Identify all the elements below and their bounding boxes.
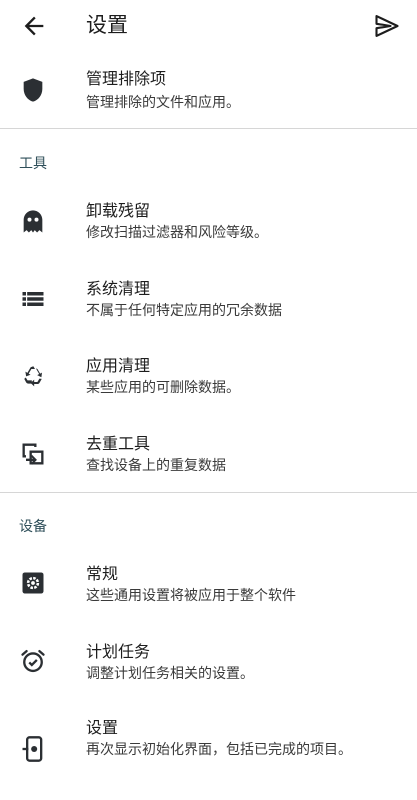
item-subtitle: 不属于任何特定应用的冗余数据 [86,303,282,319]
ghost-icon [19,208,47,236]
item-subtitle: 某些应用的可删除数据。 [86,380,240,396]
item-subtitle: 查找设备上的重复数据 [86,458,226,474]
settings-item-app-cleaner[interactable]: 应用清理 某些应用的可删除数据。 [0,347,417,409]
item-title: 系统清理 [86,279,151,298]
page-title: 设置 [86,13,128,37]
settings-item-general[interactable]: 常规 这些通用设置将被应用于整个软件 [0,557,417,619]
item-subtitle: 修改扫描过滤器和风险等级。 [86,225,268,241]
item-title: 去重工具 [86,434,151,453]
shield-icon [19,76,47,104]
item-title: 管理排除项 [86,69,167,88]
app-bar: 设置 [0,0,417,52]
section-header-tools: 工具 [19,156,47,172]
settings-item-deduplicator[interactable]: 去重工具 查找设备上的重复数据 [0,425,417,487]
item-subtitle: 调整计划任务相关的设置。 [86,666,254,682]
item-title: 应用清理 [86,356,151,375]
arrow-back-icon[interactable] [20,12,48,40]
recycle-icon [19,362,47,390]
item-subtitle: 这些通用设置将被应用于整个软件 [86,588,296,604]
divider [0,128,417,129]
duplicate-icon [19,440,47,468]
divider [0,492,417,493]
alarm-clock-icon [19,647,47,675]
settings-item-exclusions[interactable]: 管理排除项 管理排除的文件和应用。 [0,62,417,120]
send-icon[interactable] [373,12,401,40]
setup-device-icon [19,735,47,763]
item-title: 卸载残留 [86,201,151,220]
settings-item-system-cleaner[interactable]: 系统清理 不属于任何特定应用的冗余数据 [0,270,417,332]
section-header-device: 设备 [19,519,47,535]
settings-item-scheduler[interactable]: 计划任务 调整计划任务相关的设置。 [0,635,417,697]
item-title: 计划任务 [86,642,151,661]
list-icon [19,285,47,313]
item-title: 设置 [86,718,119,737]
item-subtitle: 再次显示初始化界面，包括已完成的项目。 [86,742,352,758]
settings-item-setup[interactable]: 设置 再次显示初始化界面，包括已完成的项目。 [0,713,417,793]
gear-box-icon [19,569,47,597]
item-title: 常规 [86,564,119,583]
item-subtitle: 管理排除的文件和应用。 [86,95,240,111]
settings-item-corpse-finder[interactable]: 卸载残留 修改扫描过滤器和风险等级。 [0,192,417,254]
